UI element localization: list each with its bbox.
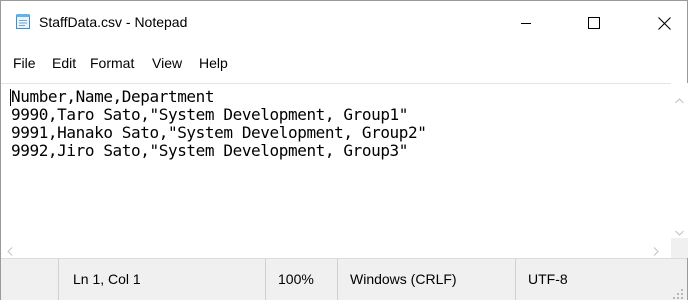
notepad-window: StaffData.csv - Notepad File Edit Format… — [0, 0, 688, 300]
status-line-ending: Windows (CRLF) — [350, 271, 457, 287]
maximize-icon — [588, 17, 600, 29]
menu-format[interactable]: Format — [90, 53, 134, 73]
menu-bar: File Edit Format View Help — [1, 51, 687, 73]
status-divider — [265, 259, 266, 300]
text-editor[interactable]: Number,Name,Department 9990,Taro Sato,"S… — [1, 83, 671, 239]
menu-file[interactable]: File — [13, 53, 36, 73]
horizontal-scrollbar[interactable] — [1, 238, 671, 258]
vertical-scrollbar[interactable] — [671, 83, 688, 238]
window-title: StaffData.csv - Notepad — [39, 14, 188, 30]
text-line: 9992,Jiro Sato,"System Development, Grou… — [11, 141, 409, 160]
text-line: Number,Name,Department — [11, 87, 215, 106]
status-zoom: 100% — [278, 271, 314, 287]
text-line: 9990,Taro Sato,"System Development, Grou… — [11, 105, 409, 124]
scroll-up-arrow-icon[interactable] — [675, 91, 684, 109]
close-button[interactable] — [641, 1, 687, 45]
status-bar: Ln 1, Col 1 100% Windows (CRLF) UTF-8 — [1, 258, 687, 300]
minimize-button[interactable] — [503, 1, 549, 45]
notepad-icon — [15, 13, 32, 30]
close-icon — [657, 16, 671, 30]
status-divider — [515, 259, 516, 300]
status-divider — [58, 259, 59, 300]
editor-text: Number,Name,Department 9990,Taro Sato,"S… — [11, 87, 427, 160]
status-encoding: UTF-8 — [528, 271, 568, 287]
text-line: 9991,Hanako Sato,"System Development, Gr… — [11, 123, 427, 142]
menu-help[interactable]: Help — [199, 53, 228, 73]
status-cursor-position: Ln 1, Col 1 — [73, 271, 141, 287]
menu-edit[interactable]: Edit — [52, 53, 76, 73]
maximize-button[interactable] — [571, 1, 617, 45]
minimize-icon — [520, 17, 532, 29]
title-bar[interactable]: StaffData.csv - Notepad — [1, 1, 687, 45]
scrollbar-corner — [671, 238, 688, 258]
menu-view[interactable]: View — [152, 53, 182, 73]
status-divider — [337, 259, 338, 300]
